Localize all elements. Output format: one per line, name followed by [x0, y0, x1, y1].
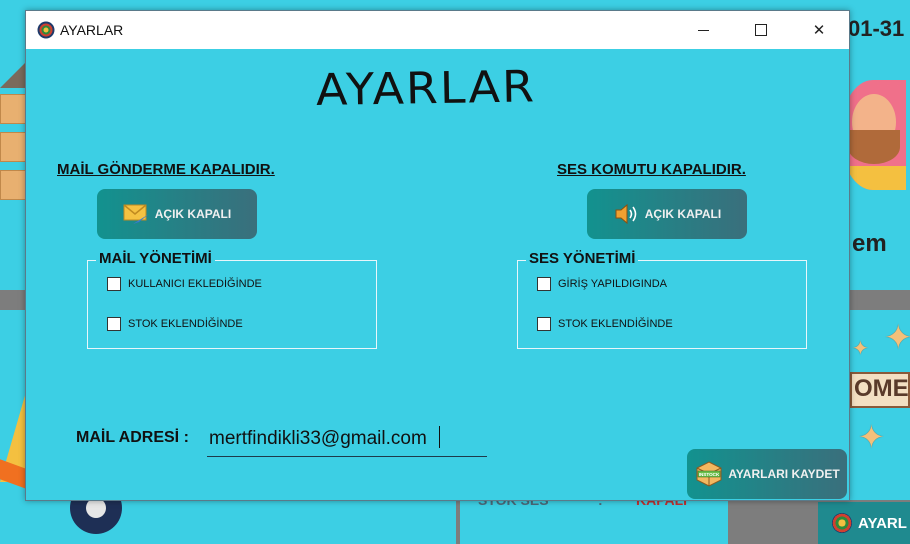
mail-option-stock-added[interactable]: STOK EKLENDİĞİNDE [107, 317, 243, 331]
ses-option-login[interactable]: GİRİŞ YAPILDIGINDA [537, 277, 667, 291]
background-date-fragment: 01-31 [848, 16, 905, 41]
page-title: AYARLAR [315, 60, 537, 116]
mail-option-label: STOK EKLENDİĞİNDE [128, 318, 243, 330]
sparkle-icon: ✦ [852, 338, 869, 360]
mail-management-group: MAİL YÖNETİMİ KULLANICI EKLEDİĞİNDE STOK… [87, 250, 377, 349]
maximize-icon [755, 24, 767, 36]
mail-send-icon [123, 204, 149, 224]
ses-status-label: SES KOMUTU KAPALIDIR. [557, 161, 746, 178]
background-divider [850, 290, 910, 310]
ses-option-label: STOK EKLENDİĞİNDE [558, 318, 673, 330]
mail-status-label: MAİL GÖNDERME KAPALIDIR. [57, 161, 275, 178]
mail-toggle-button[interactable]: AÇIK KAPALI [97, 189, 257, 239]
text-caret [439, 426, 440, 448]
background-box-graphic [0, 132, 26, 162]
save-settings-button[interactable]: INSTOCK AYARLARI KAYDET [687, 449, 847, 499]
app-logo-icon [37, 21, 55, 39]
minimize-button[interactable] [673, 11, 733, 49]
background-settings-label: AYARL [858, 514, 907, 532]
ses-toggle-button[interactable]: AÇIK KAPALI [587, 189, 747, 239]
instock-logo-icon: INSTOCK [696, 461, 722, 487]
ses-group-title: SES YÖNETİMİ [526, 250, 639, 267]
checkbox[interactable] [107, 277, 121, 291]
mail-option-label: KULLANICI EKLEDİĞİNDE [128, 278, 262, 290]
ses-management-group: SES YÖNETİMİ GİRİŞ YAPILDIGINDA STOK EKL… [517, 250, 807, 349]
mail-address-input[interactable] [207, 421, 487, 457]
background-name-fragment: em [852, 230, 887, 257]
app-logo-icon [832, 513, 852, 533]
checkbox[interactable] [107, 317, 121, 331]
ses-toggle-label: AÇIK KAPALI [644, 207, 722, 221]
ses-option-label: GİRİŞ YAPILDIGINDA [558, 278, 668, 290]
window-title: AYARLAR [60, 22, 124, 38]
maximize-button[interactable] [731, 11, 791, 49]
mail-group-title: MAİL YÖNETİMİ [96, 250, 215, 267]
background-settings-button[interactable]: AYARL [818, 502, 910, 544]
instock-logo-text: INSTOCK [699, 472, 720, 477]
background-home-graphic: OME [850, 372, 910, 408]
background-roof-graphic [0, 62, 26, 88]
mail-option-user-added[interactable]: KULLANICI EKLEDİĞİNDE [107, 277, 262, 291]
sparkle-icon: ✦ [884, 319, 910, 357]
background-box-graphic [0, 170, 26, 200]
save-settings-label: AYARLARI KAYDET [728, 467, 840, 481]
checkbox[interactable] [537, 277, 551, 291]
title-bar[interactable]: AYARLAR ✕ [26, 11, 849, 49]
mail-toggle-label: AÇIK KAPALI [154, 207, 232, 221]
background-divider [0, 290, 26, 310]
settings-dialog: AYARLAR ✕ AYARLAR MAİL GÖNDERME KAPALIDI… [25, 10, 850, 501]
close-button[interactable]: ✕ [789, 11, 849, 49]
background-box-graphic [0, 94, 26, 124]
ses-option-stock-added[interactable]: STOK EKLENDİĞİNDE [537, 317, 673, 331]
mail-address-label: MAİL ADRESİ : [76, 429, 189, 446]
checkbox[interactable] [537, 317, 551, 331]
close-icon: ✕ [812, 22, 826, 39]
speaker-icon [615, 203, 637, 225]
sparkle-icon: ✦ [858, 419, 885, 455]
minimize-icon [697, 29, 709, 31]
